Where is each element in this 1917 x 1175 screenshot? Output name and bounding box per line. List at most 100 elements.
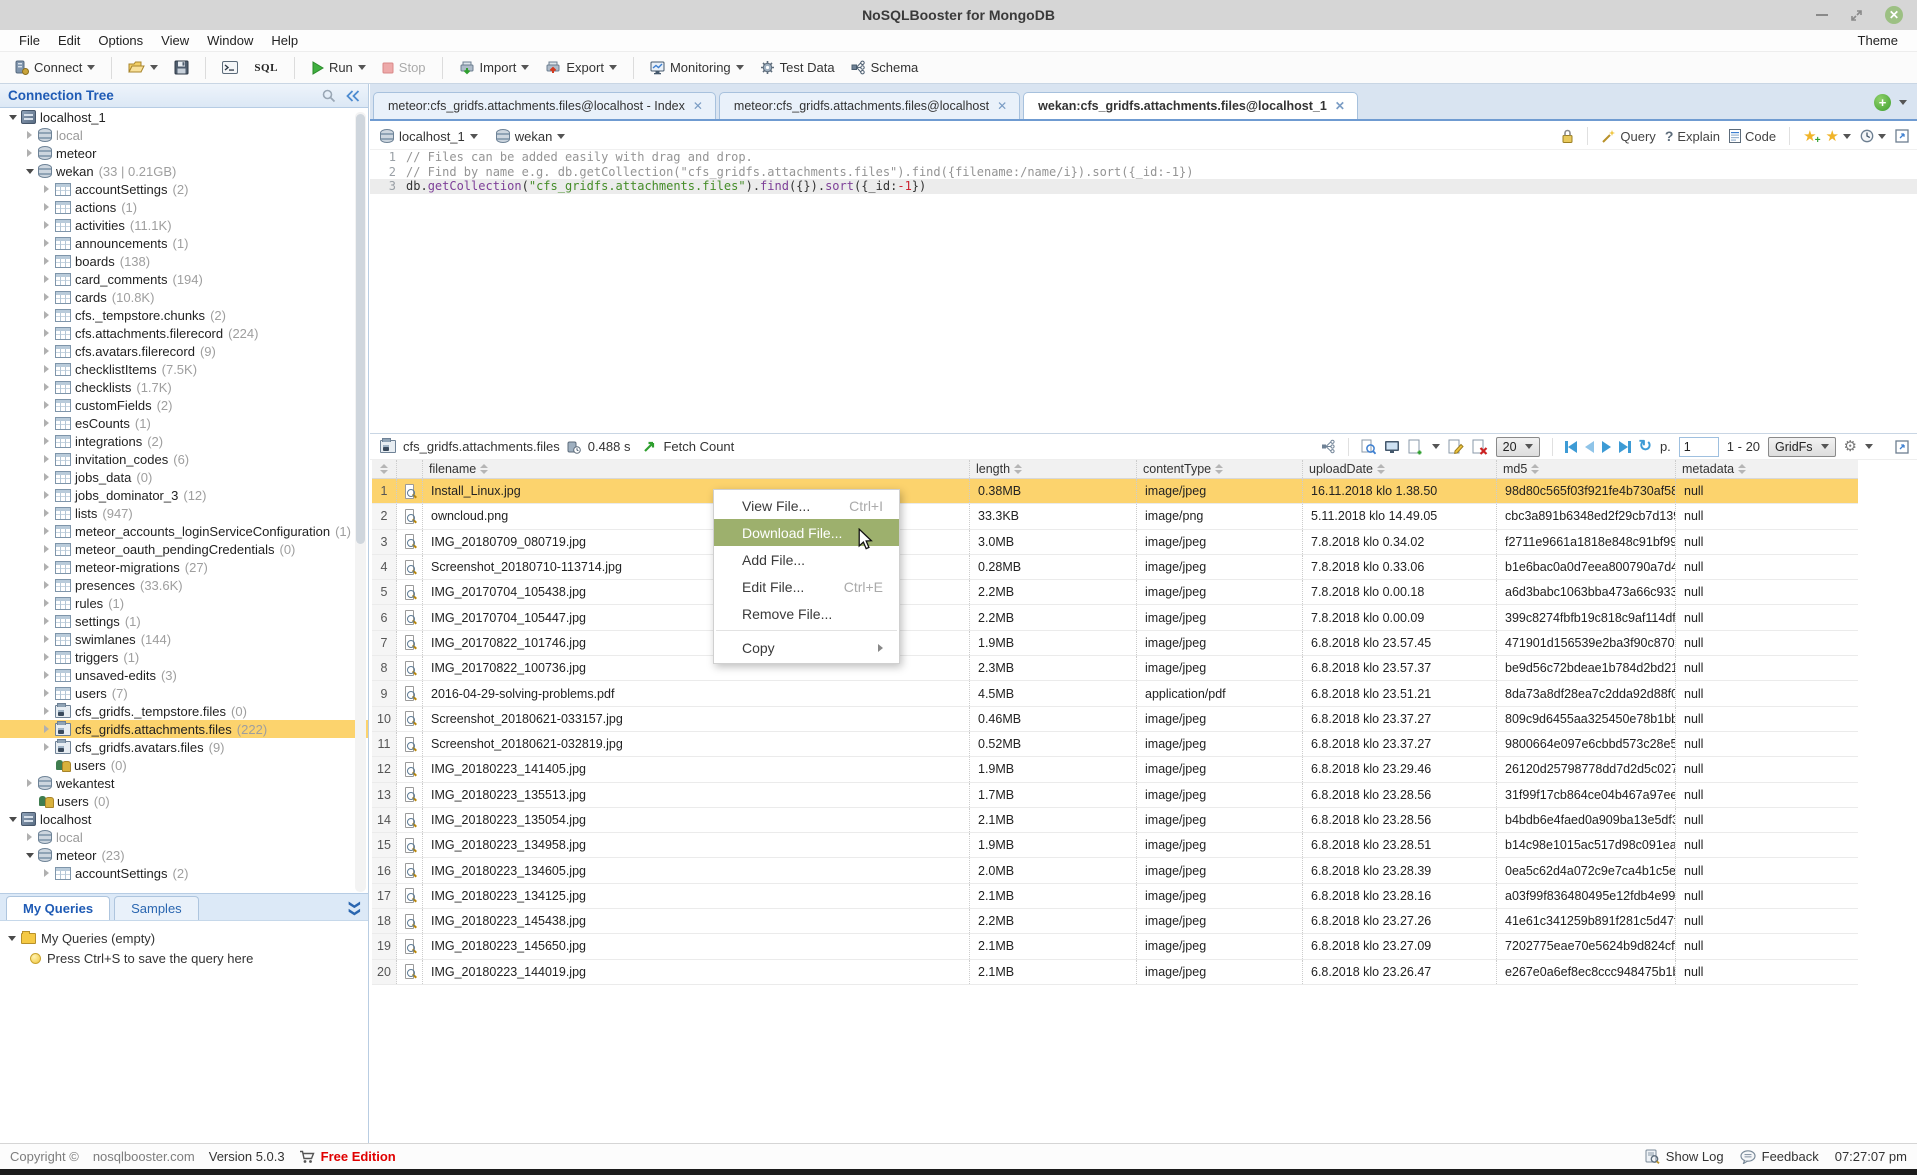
tree-collapsed-icon[interactable] [23, 149, 36, 157]
cell-metadata[interactable]: null [1676, 909, 1858, 933]
tree-collapsed-icon[interactable] [40, 455, 53, 463]
cell-metadata[interactable]: null [1676, 555, 1858, 579]
menu-item-add-file---[interactable]: Add File... [714, 546, 899, 573]
tree-item-meteor_oauth_pendingCredentials[interactable]: meteor_oauth_pendingCredentials(0) [0, 540, 368, 558]
cell-md5[interactable]: 31f99f17cb864ce04b467a97ee8 [1497, 783, 1676, 807]
cell-uploadDate[interactable]: 6.8.2018 klo 23.51.21 [1303, 681, 1497, 705]
row-preview-cell[interactable] [397, 757, 423, 781]
table-row[interactable]: 11Screenshot_20180621-032819.jpg0.52MBim… [372, 732, 1858, 757]
menu-item-view[interactable]: View [152, 33, 198, 48]
column-header-contentType[interactable]: contentType [1137, 460, 1303, 478]
breadcrumb-database[interactable]: wekan [494, 129, 566, 144]
tree-collapsed-icon[interactable] [40, 185, 53, 193]
cell-md5[interactable]: 809c9d6455aa325450e78b1bb2 [1497, 707, 1676, 731]
cell-contentType[interactable]: image/jpeg [1137, 656, 1303, 680]
menu-item-theme[interactable]: Theme [1849, 33, 1907, 48]
tree-item-invitation_codes[interactable]: invitation_codes(6) [0, 450, 368, 468]
cell-contentType[interactable]: image/jpeg [1137, 530, 1303, 554]
query-button[interactable]: Query [1601, 129, 1655, 144]
sort-arrows-icon[interactable] [1738, 464, 1746, 474]
cell-metadata[interactable]: null [1676, 757, 1858, 781]
tree-item-meteor-migrations[interactable]: meteor-migrations(27) [0, 558, 368, 576]
tree-item-esCounts[interactable]: esCounts(1) [0, 414, 368, 432]
tree-collapsed-icon[interactable] [40, 221, 53, 229]
table-row[interactable]: 19IMG_20180223_145650.jpg2.1MBimage/jpeg… [372, 934, 1858, 959]
last-page-button[interactable] [1619, 441, 1631, 453]
cell-metadata[interactable]: null [1676, 605, 1858, 629]
table-row[interactable]: 3IMG_20180709_080719.jpg3.0MBimage/jpeg7… [372, 530, 1858, 555]
row-preview-cell[interactable] [397, 808, 423, 832]
tree-collapsed-icon[interactable] [23, 779, 36, 787]
tree-item-cfs.avatars.filerecord[interactable]: cfs.avatars.filerecord(9) [0, 342, 368, 360]
table-row[interactable]: 7IMG_20170822_101746.jpg1.9MBimage/jpeg6… [372, 631, 1858, 656]
cell-filename[interactable]: IMG_20180223_134958.jpg [423, 833, 970, 857]
schema-view-icon[interactable] [1321, 439, 1336, 454]
tree-item-localhost[interactable]: localhost [0, 810, 368, 828]
cell-contentType[interactable]: image/jpeg [1137, 631, 1303, 655]
tree-item-swimlanes[interactable]: swimlanes(144) [0, 630, 368, 648]
tree-collapsed-icon[interactable] [40, 671, 53, 679]
cell-uploadDate[interactable]: 6.8.2018 klo 23.27.09 [1303, 934, 1497, 958]
tree-item-cfs_gridfs.avatars.files[interactable]: cfs_gridfs.avatars.files(9) [0, 738, 368, 756]
cell-uploadDate[interactable]: 6.8.2018 klo 23.26.47 [1303, 960, 1497, 984]
cell-filename[interactable]: IMG_20180223_145438.jpg [423, 909, 970, 933]
add-favorite-icon[interactable]: ★ [1803, 129, 1816, 144]
cell-contentType[interactable]: image/jpeg [1137, 833, 1303, 857]
tree-scrollbar[interactable] [355, 112, 366, 892]
tree-item-rules[interactable]: rules(1) [0, 594, 368, 612]
run-button[interactable]: Run [305, 57, 372, 78]
table-row[interactable]: 2owncloud.png33.3KBimage/png5.11.2018 kl… [372, 504, 1858, 529]
tree-item-settings[interactable]: settings(1) [0, 612, 368, 630]
tree-collapsed-icon[interactable] [40, 329, 53, 337]
menu-item-options[interactable]: Options [89, 33, 152, 48]
cell-md5[interactable]: a03f99f836480495e12fdb4e991 [1497, 884, 1676, 908]
cell-metadata[interactable]: null [1676, 783, 1858, 807]
cell-filename[interactable]: Screenshot_20180621-033157.jpg [423, 707, 970, 731]
preview-file-icon[interactable] [405, 484, 414, 499]
tree-item-unsaved-edits[interactable]: unsaved-edits(3) [0, 666, 368, 684]
tree-item-cfs._tempstore.chunks[interactable]: cfs._tempstore.chunks(2) [0, 306, 368, 324]
schema-button[interactable]: Schema [845, 57, 925, 78]
cell-uploadDate[interactable]: 5.11.2018 klo 14.49.05 [1303, 504, 1497, 528]
menu-item-help[interactable]: Help [262, 33, 307, 48]
preview-file-icon[interactable] [405, 686, 414, 701]
preview-file-icon[interactable] [405, 737, 414, 752]
tree-item-announcements[interactable]: announcements(1) [0, 234, 368, 252]
menu-item-file[interactable]: File [10, 33, 49, 48]
cell-length[interactable]: 1.9MB [970, 757, 1137, 781]
table-row[interactable]: 16IMG_20180223_134605.jpg2.0MBimage/jpeg… [372, 858, 1858, 883]
cell-length[interactable]: 33.3KB [970, 504, 1137, 528]
tree-collapsed-icon[interactable] [40, 725, 53, 733]
tab-my-queries[interactable]: My Queries [6, 896, 110, 920]
tree-item-meteor_accounts_loginServiceConfiguration[interactable]: meteor_accounts_loginServiceConfiguratio… [0, 522, 368, 540]
tree-collapsed-icon[interactable] [40, 437, 53, 445]
cell-length[interactable]: 2.0MB [970, 858, 1137, 882]
cell-md5[interactable]: 8da73a8df28ea7c2dda92d88f0c [1497, 681, 1676, 705]
preview-file-icon[interactable] [405, 610, 414, 625]
tree-item-local[interactable]: local [0, 126, 368, 144]
favorites-menu[interactable]: ★ [1826, 129, 1851, 144]
cell-contentType[interactable]: image/jpeg [1137, 580, 1303, 604]
monitoring-button[interactable]: Monitoring [644, 57, 750, 78]
cell-length[interactable]: 1.9MB [970, 833, 1137, 857]
tree-collapsed-icon[interactable] [40, 599, 53, 607]
tree-item-jobs_dominator_3[interactable]: jobs_dominator_3(12) [0, 486, 368, 504]
row-preview-cell[interactable] [397, 884, 423, 908]
cell-length[interactable]: 2.1MB [970, 884, 1137, 908]
cell-md5[interactable]: b14c98e1015ac517d98c091ead [1497, 833, 1676, 857]
cell-metadata[interactable]: null [1676, 884, 1858, 908]
cell-length[interactable]: 0.46MB [970, 707, 1137, 731]
tree-item-lists[interactable]: lists(947) [0, 504, 368, 522]
cell-length[interactable]: 2.1MB [970, 934, 1137, 958]
cell-length[interactable]: 2.2MB [970, 605, 1137, 629]
tab-close-icon[interactable]: ✕ [997, 99, 1007, 113]
cell-metadata[interactable]: null [1676, 808, 1858, 832]
column-header-metadata[interactable]: metadata [1676, 460, 1858, 478]
cell-contentType[interactable]: image/jpeg [1137, 605, 1303, 629]
tree-collapsed-icon[interactable] [40, 653, 53, 661]
cell-uploadDate[interactable]: 6.8.2018 klo 23.27.26 [1303, 909, 1497, 933]
prev-page-button[interactable] [1585, 441, 1594, 453]
cell-md5[interactable]: 471901d156539e2ba3f90c870f8 [1497, 631, 1676, 655]
column-header-md5[interactable]: md5 [1497, 460, 1676, 478]
cell-uploadDate[interactable]: 6.8.2018 klo 23.28.56 [1303, 783, 1497, 807]
